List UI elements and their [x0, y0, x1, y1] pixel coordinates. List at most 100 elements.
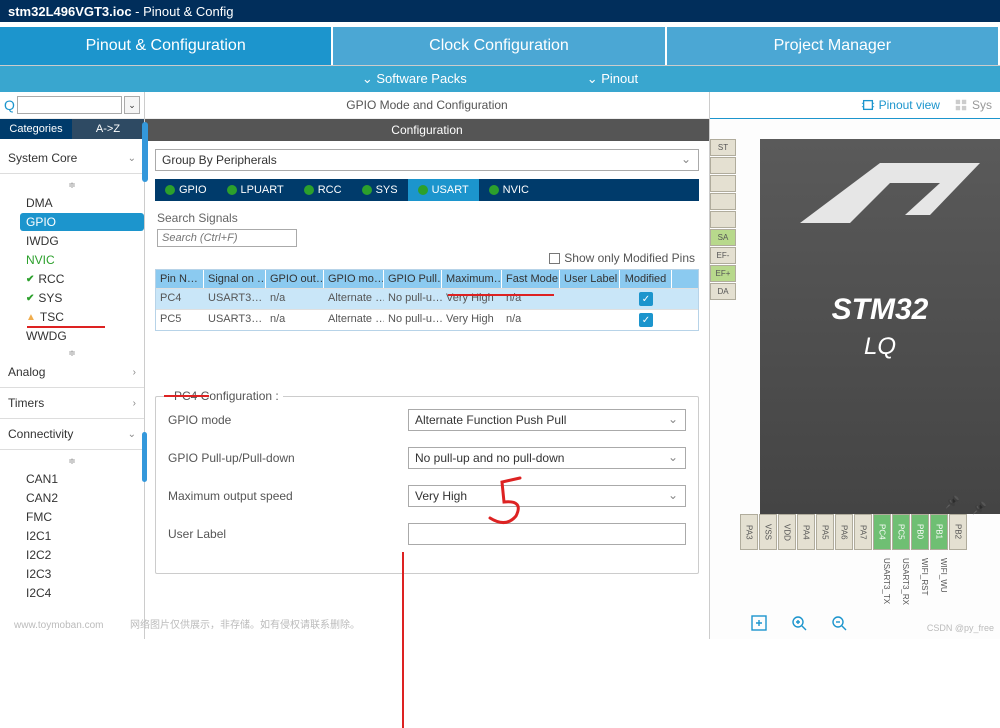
chip-pin[interactable]: PA5: [816, 514, 834, 550]
updown-icon[interactable]: ≑: [0, 346, 144, 361]
zoom-out-icon[interactable]: [830, 614, 848, 635]
updown-icon[interactable]: ≑: [0, 454, 144, 469]
pin-label: [949, 554, 967, 634]
section-timers[interactable]: Timers ›: [0, 392, 144, 414]
item-can1[interactable]: CAN1: [20, 470, 144, 488]
section-analog[interactable]: Analog ›: [0, 361, 144, 383]
chip-pin[interactable]: PA3: [740, 514, 758, 550]
item-i2c4[interactable]: I2C4: [20, 584, 144, 602]
pinout-view-button[interactable]: Pinout view: [861, 98, 940, 112]
expand-icon[interactable]: [750, 614, 768, 635]
main-tabs: Pinout & Configuration Clock Configurati…: [0, 22, 1000, 66]
grid-row[interactable]: PC5 USART3… n/a Alternate … No pull-u… V…: [156, 309, 698, 330]
chip-pin[interactable]: DA: [710, 283, 736, 300]
panel-search-input[interactable]: [17, 96, 122, 114]
item-sys[interactable]: ✔SYS: [20, 289, 144, 307]
pin-label: USART3_TX: [873, 554, 891, 634]
col-pull[interactable]: GPIO Pull…: [384, 270, 442, 288]
section-system-core[interactable]: System Core ⌄: [0, 147, 144, 169]
tab-pinout[interactable]: Pinout & Configuration: [0, 27, 333, 65]
pushpin-icon[interactable]: [972, 501, 990, 519]
search-signals-input[interactable]: [157, 229, 297, 247]
item-gpio[interactable]: GPIO: [20, 213, 144, 231]
col-max[interactable]: Maximum…: [442, 270, 502, 288]
item-i2c1[interactable]: I2C1: [20, 527, 144, 545]
pin-row-bottom: PA3VSSVDDPA4PA5PA6PA7PC4PC5PB0PB1PB2: [740, 514, 967, 550]
tab-clock[interactable]: Clock Configuration: [333, 27, 666, 65]
col-mode[interactable]: GPIO mo…: [324, 270, 384, 288]
ptab-gpio[interactable]: GPIO: [155, 179, 217, 201]
scroll-indicator[interactable]: [142, 122, 148, 182]
item-rcc[interactable]: ✔RCC: [20, 270, 144, 288]
ptab-usart[interactable]: USART: [408, 179, 479, 201]
item-can2[interactable]: CAN2: [20, 489, 144, 507]
col-pin[interactable]: Pin N…: [156, 270, 204, 288]
chip-pin[interactable]: [710, 211, 736, 228]
item-fmc[interactable]: FMC: [20, 508, 144, 526]
chevron-right-icon: ›: [133, 398, 136, 409]
user-label-input[interactable]: [408, 523, 686, 545]
item-dma[interactable]: DMA: [20, 194, 144, 212]
search-dropdown-icon[interactable]: ⌄: [124, 96, 140, 114]
chip-pin[interactable]: VDD: [778, 514, 796, 550]
col-signal[interactable]: Signal on …: [204, 270, 266, 288]
chip-pin[interactable]: PA6: [835, 514, 853, 550]
item-iwdg[interactable]: IWDG: [20, 232, 144, 250]
pinout-menu[interactable]: Pinout: [587, 71, 638, 87]
ptab-rcc[interactable]: RCC: [294, 179, 352, 201]
item-nvic[interactable]: NVIC: [20, 251, 144, 269]
chip-pin[interactable]: PB1: [930, 514, 948, 550]
item-tsc[interactable]: ▲TSC: [20, 308, 144, 326]
gpio-mode-label: GPIO mode: [168, 413, 408, 427]
chip-pin[interactable]: EF-: [710, 247, 736, 264]
tab-categories[interactable]: Categories: [0, 119, 72, 139]
pushpin-icon[interactable]: [945, 495, 963, 513]
panel-search: Q ⌄: [0, 92, 144, 119]
chip-pin[interactable]: [710, 193, 736, 210]
chip-pin[interactable]: PA7: [854, 514, 872, 550]
pull-select[interactable]: No pull-up and no pull-down: [408, 447, 686, 469]
chip-pin[interactable]: [710, 175, 736, 192]
zoom-in-icon[interactable]: [790, 614, 808, 635]
col-out[interactable]: GPIO out…: [266, 270, 324, 288]
chip-pin[interactable]: VSS: [759, 514, 777, 550]
software-packs-menu[interactable]: Software Packs: [362, 71, 467, 87]
speed-select[interactable]: Very High: [408, 485, 686, 507]
chip-pin[interactable]: ST: [710, 139, 736, 156]
modified-cell: ✓: [620, 289, 672, 309]
chip-pin[interactable]: PB2: [949, 514, 967, 550]
chip-pin[interactable]: PC4: [873, 514, 891, 550]
chip-pin[interactable]: PC5: [892, 514, 910, 550]
chip-pin[interactable]: PA4: [797, 514, 815, 550]
scroll-indicator2[interactable]: [142, 432, 147, 482]
chip-pin[interactable]: PB0: [911, 514, 929, 550]
search-icon[interactable]: Q: [4, 97, 15, 113]
pin-column-left: ST SAEF-EF+DA: [710, 139, 736, 300]
chip-pin[interactable]: EF+: [710, 265, 736, 282]
ptab-nvic[interactable]: NVIC: [479, 179, 539, 201]
chip-area[interactable]: STSAEF-EF+DA STM32 LQ PA3VSSVDDPA4PA5PA6…: [710, 119, 1000, 639]
config-header: Configuration: [145, 119, 709, 141]
col-fast[interactable]: Fast Mode: [502, 270, 560, 288]
chip-pin[interactable]: [710, 157, 736, 174]
status-dot-icon: [362, 185, 372, 195]
item-i2c2[interactable]: I2C2: [20, 546, 144, 564]
system-view-button[interactable]: Sys: [954, 98, 992, 112]
status-dot-icon: [418, 185, 428, 195]
updown-icon[interactable]: ≑: [0, 178, 144, 193]
col-user[interactable]: User Label: [560, 270, 620, 288]
tab-az[interactable]: A->Z: [72, 119, 144, 139]
gpio-mode-select[interactable]: Alternate Function Push Pull: [408, 409, 686, 431]
grid-row[interactable]: PC4 USART3… n/a Alternate … No pull-u… V…: [156, 288, 698, 309]
system-items: DMA GPIO IWDG NVIC ✔RCC ✔SYS ▲TSC WWDG: [0, 194, 144, 345]
show-modified-checkbox[interactable]: [549, 253, 560, 264]
col-mod[interactable]: Modified: [620, 270, 672, 288]
group-by-select[interactable]: Group By Peripherals: [155, 149, 699, 171]
item-i2c3[interactable]: I2C3: [20, 565, 144, 583]
section-connectivity[interactable]: Connectivity ⌄: [0, 423, 144, 445]
ptab-lpuart[interactable]: LPUART: [217, 179, 294, 201]
chip-pin[interactable]: SA: [710, 229, 736, 246]
ptab-sys[interactable]: SYS: [352, 179, 408, 201]
item-wwdg[interactable]: WWDG: [20, 327, 144, 345]
tab-project[interactable]: Project Manager: [667, 27, 1000, 65]
